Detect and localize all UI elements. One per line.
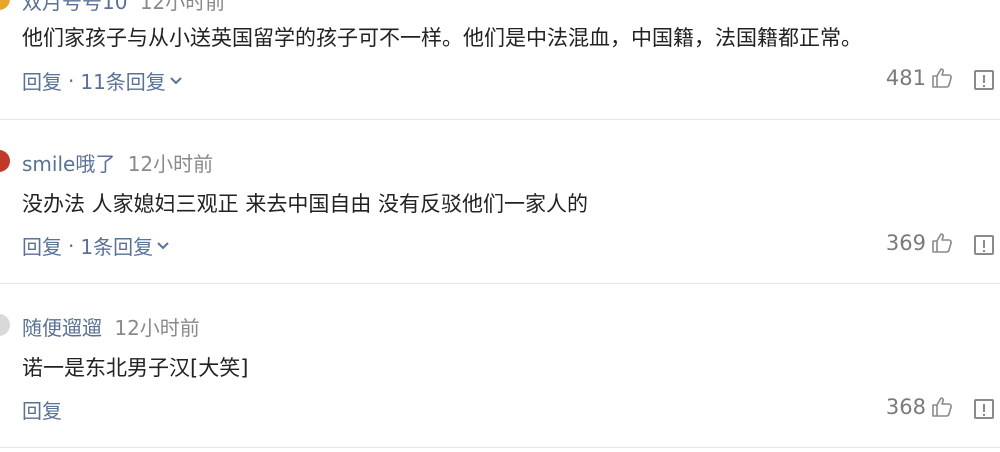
reply-button[interactable]: 回复: [22, 395, 62, 424]
comment-username[interactable]: 双月号号10: [22, 0, 127, 14]
comment-time: 12小时前: [127, 152, 214, 176]
comment-meta: 随便遛遛 12小时前: [22, 312, 200, 341]
comment-meta: smile哦了 12小时前: [22, 148, 213, 177]
report-icon[interactable]: [974, 70, 994, 90]
comment-meta: 双月号号10 12小时前: [22, 0, 225, 15]
chevron-down-icon[interactable]: [169, 74, 183, 88]
comment-text: 没办法 人家媳妇三观正 来去中国自由 没有反驳他们一家人的: [22, 192, 589, 216]
divider: [0, 447, 1000, 448]
separator: ·: [68, 68, 75, 93]
reply-button[interactable]: 回复: [22, 231, 62, 260]
separator: ·: [68, 233, 75, 258]
avatar[interactable]: [0, 150, 10, 172]
comment-actions: 回复 · 1条回复: [22, 231, 170, 260]
like-control[interactable]: 368: [886, 395, 954, 419]
comment-time: 12小时前: [139, 0, 226, 14]
reply-button[interactable]: 回复: [22, 66, 62, 95]
comment-actions: 回复 · 11条回复: [22, 66, 183, 95]
comment-text: 他们家孩子与从小送英国留学的孩子可不一样。他们是中法混血，中国籍，法国籍都正常。: [22, 26, 862, 50]
like-count: 369: [885, 231, 926, 255]
comment-time: 12小时前: [114, 316, 200, 340]
thumbs-up-icon[interactable]: [930, 395, 954, 419]
avatar[interactable]: [0, 314, 10, 336]
comment-username[interactable]: 随便遛遛: [22, 316, 102, 340]
avatar[interactable]: [0, 0, 10, 10]
divider: [0, 283, 1000, 284]
comment-actions: 回复: [22, 395, 62, 424]
view-replies-button[interactable]: 11条回复: [80, 66, 165, 95]
divider: [0, 119, 1000, 120]
comment-username[interactable]: smile哦了: [22, 152, 115, 176]
like-control[interactable]: 481: [886, 66, 954, 90]
view-replies-button[interactable]: 1条回复: [80, 231, 153, 260]
thumbs-up-icon[interactable]: [930, 66, 954, 90]
like-count: 481: [885, 66, 926, 90]
report-icon[interactable]: [974, 235, 994, 255]
like-count: 368: [885, 395, 926, 419]
thumbs-up-icon[interactable]: [930, 231, 954, 255]
comment-text: 诺一是东北男子汉[大笑]: [22, 356, 249, 380]
chevron-down-icon[interactable]: [156, 239, 170, 253]
report-icon[interactable]: [974, 399, 994, 419]
like-control[interactable]: 369: [886, 231, 954, 255]
